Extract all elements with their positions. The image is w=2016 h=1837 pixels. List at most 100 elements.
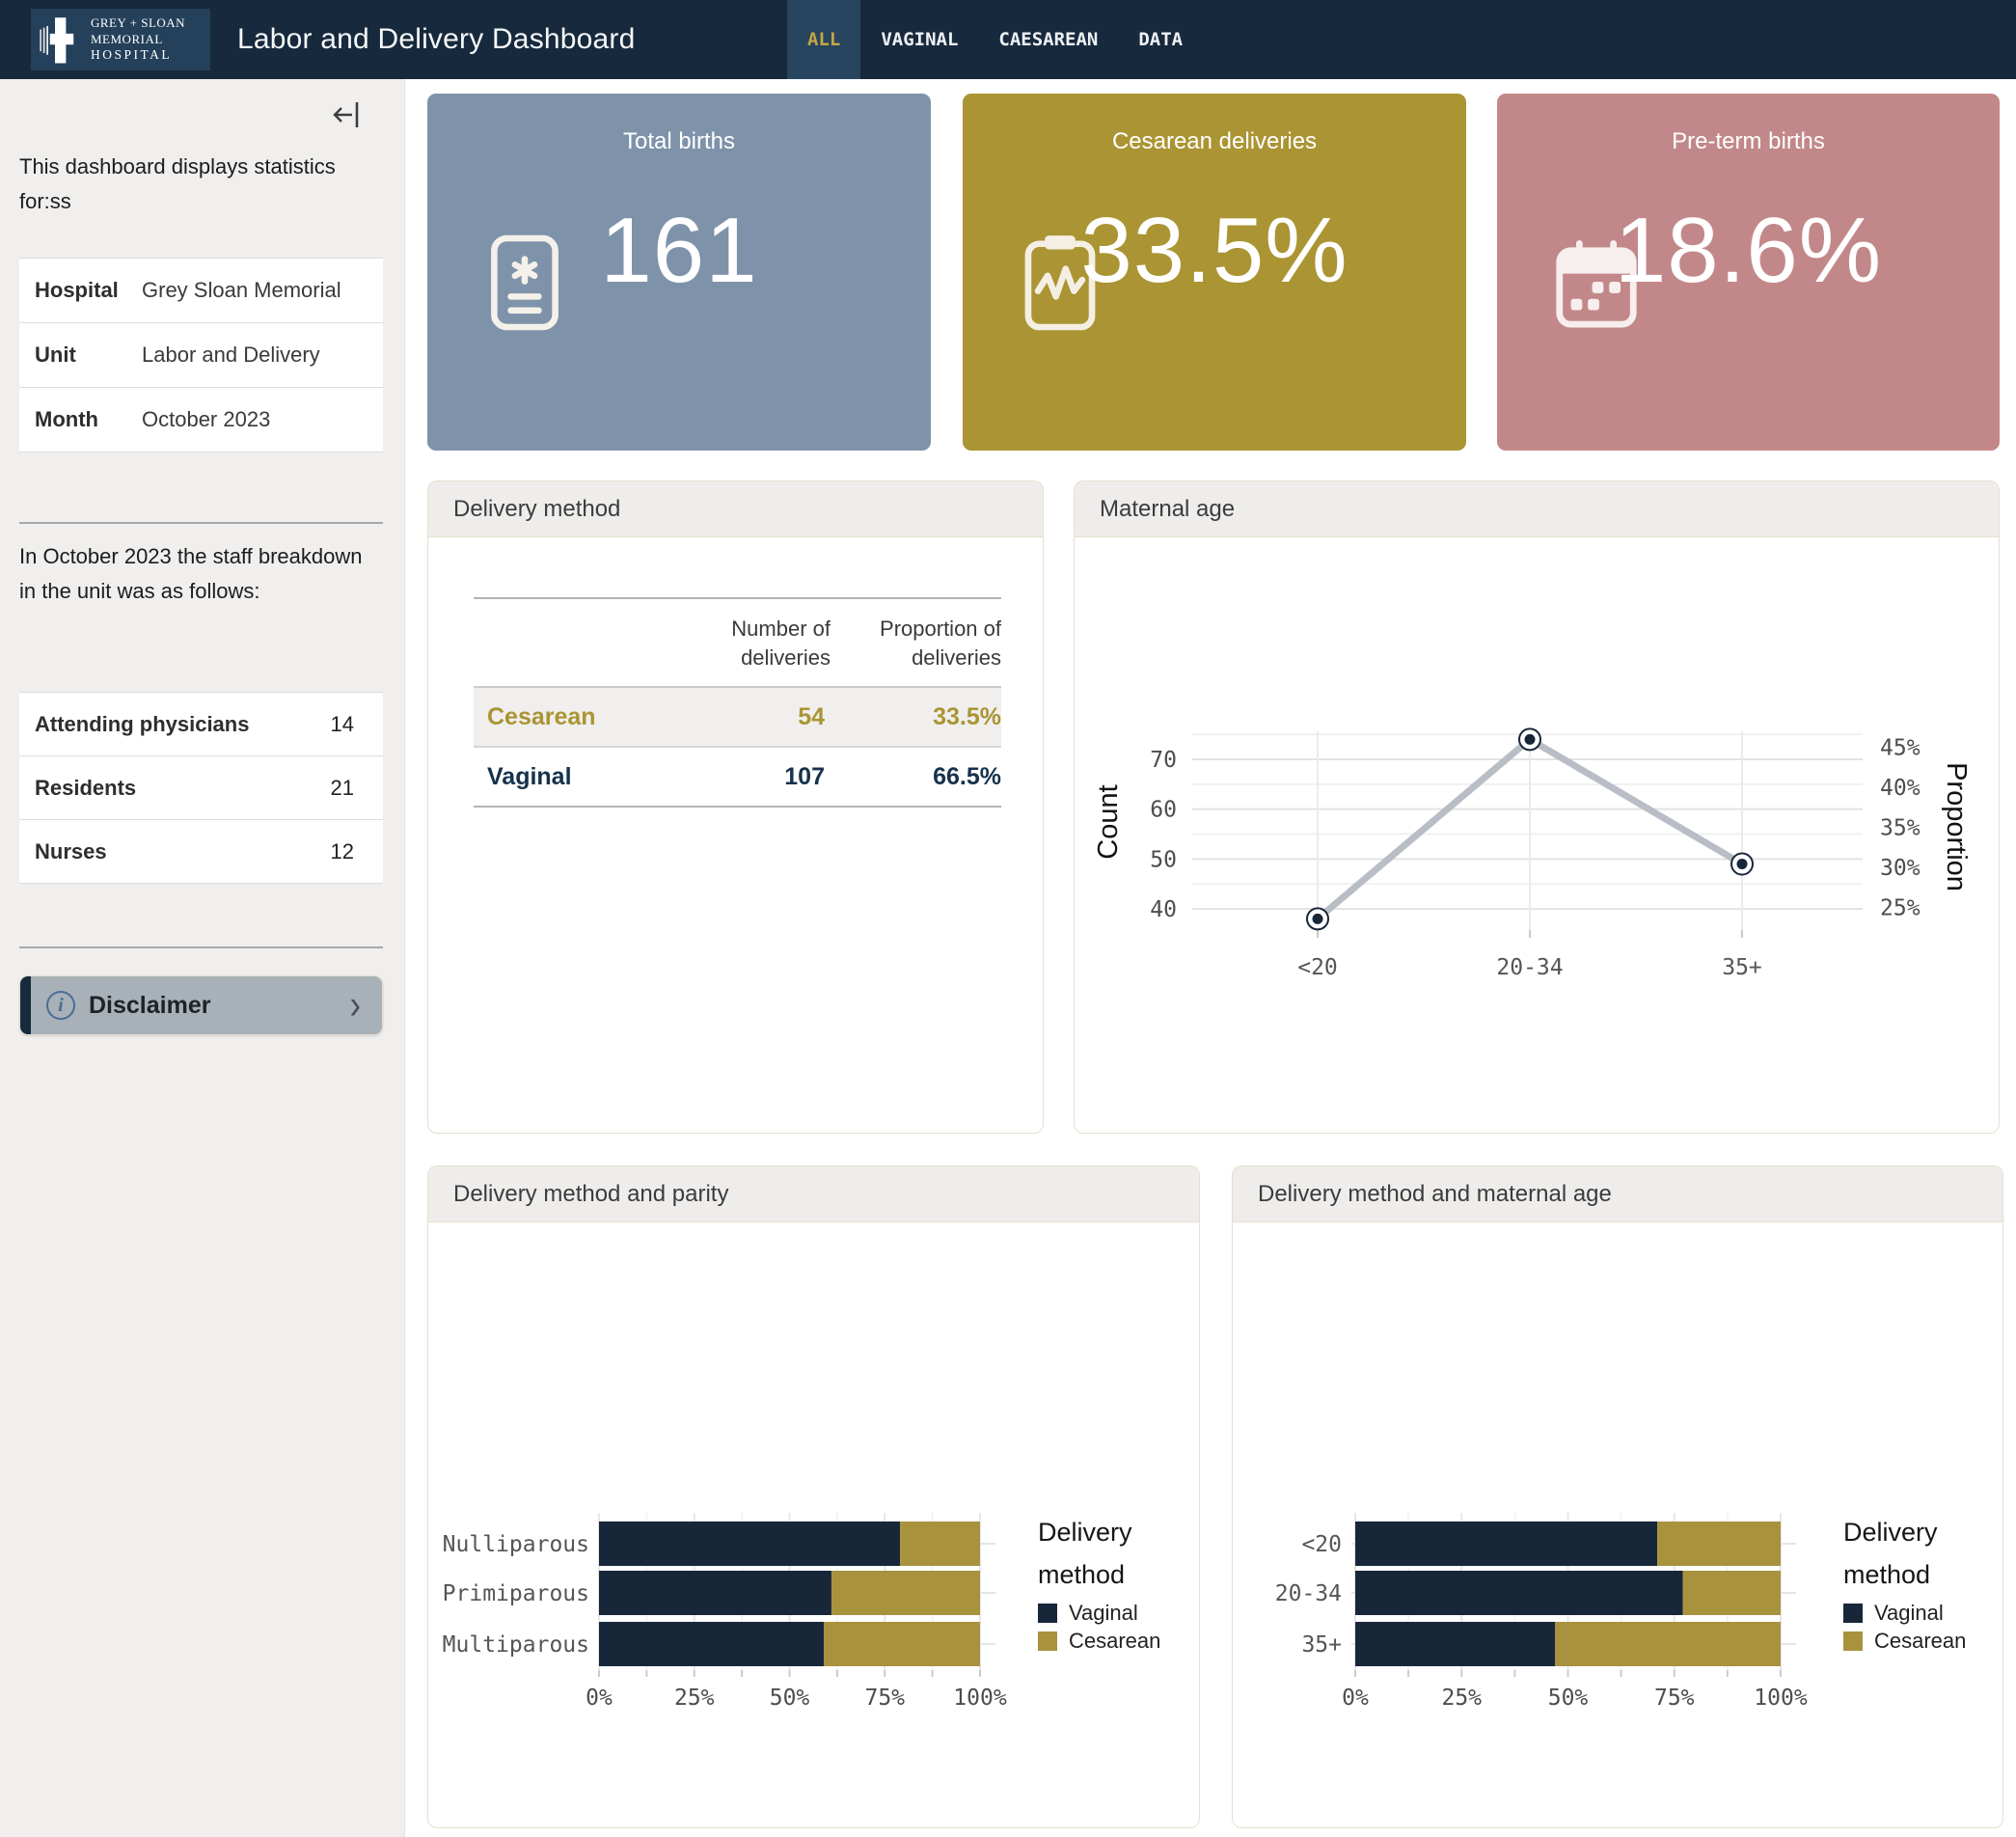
delivery-method-card: Delivery method Number ofdeliveries Prop… — [427, 480, 1044, 1134]
svg-text:75%: 75% — [1654, 1686, 1695, 1711]
svg-text:method: method — [1843, 1560, 1930, 1589]
column-header: Number ofdeliveries — [649, 598, 831, 687]
logo-text: GREY + SLOAN MEMORIAL HOSPITAL — [91, 15, 185, 63]
svg-text:Cesarean: Cesarean — [1874, 1629, 1966, 1653]
sidebar-intro-text: This dashboard displays statistics for:s… — [19, 150, 384, 219]
table-row: Nurses 12 — [19, 820, 383, 884]
svg-text:Proportion: Proportion — [1941, 762, 1972, 891]
svg-text:50%: 50% — [1548, 1686, 1589, 1711]
main-content: Total births 161 Cesarean deliveries 33.… — [405, 79, 2016, 1837]
column-header: Proportion ofdeliveries — [831, 598, 1001, 687]
svg-text:30%: 30% — [1880, 856, 1921, 881]
proportion-value: 66.5% — [831, 747, 1001, 807]
card-title: Delivery method and parity — [428, 1166, 1199, 1222]
svg-text:Vaginal: Vaginal — [1069, 1601, 1138, 1625]
nav-tabs: ALL VAGINAL CAESAREAN DATA — [787, 0, 1203, 79]
svg-text:70: 70 — [1150, 748, 1177, 773]
info-label: Unit — [19, 343, 142, 368]
svg-text:60: 60 — [1150, 798, 1177, 823]
svg-text:25%: 25% — [674, 1686, 715, 1711]
svg-text:<20: <20 — [1301, 1532, 1342, 1557]
svg-text:Nulliparous: Nulliparous — [443, 1532, 589, 1557]
disclaimer-label: Disclaimer — [89, 992, 350, 1020]
svg-text:method: method — [1038, 1560, 1125, 1589]
kpi-title: Total births — [427, 128, 931, 155]
kpi-preterm-births: Pre-term births 18.6% — [1497, 94, 2000, 451]
kpi-value: 18.6% — [1497, 198, 2000, 304]
svg-text:Count: Count — [1093, 784, 1124, 859]
svg-text:0%: 0% — [586, 1686, 613, 1711]
svg-text:75%: 75% — [864, 1686, 905, 1711]
table-header-row: Number ofdeliveries Proportion ofdeliver… — [474, 598, 1001, 687]
info-icon: i — [46, 991, 75, 1020]
info-table: Hospital Grey Sloan Memorial Unit Labor … — [19, 258, 383, 452]
kpi-title: Cesarean deliveries — [963, 128, 1466, 155]
count-value: 54 — [649, 687, 831, 747]
row-label: Vaginal — [474, 747, 649, 807]
disclaimer-accent-stripe — [20, 976, 31, 1034]
divider — [19, 946, 383, 948]
tab-all[interactable]: ALL — [787, 0, 860, 79]
svg-text:0%: 0% — [1342, 1686, 1369, 1711]
disclaimer-button[interactable]: i Disclaimer › — [19, 975, 383, 1035]
staff-label: Attending physicians — [35, 712, 249, 737]
dm-maternal-age-chart-card: Delivery method and maternal age <20 20-3… — [1232, 1165, 2003, 1828]
kpi-total-births: Total births 161 — [427, 94, 931, 451]
parity-stacked-bar-chart: NulliparousPrimiparousMultiparous0%25%50… — [428, 1222, 1199, 1827]
svg-text:25%: 25% — [1880, 896, 1921, 921]
svg-text:20-34: 20-34 — [1496, 955, 1563, 980]
svg-text:Delivery: Delivery — [1843, 1518, 1938, 1547]
tab-caesarean[interactable]: CAESAREAN — [978, 0, 1118, 79]
staff-label: Nurses — [35, 839, 107, 864]
table-row: Unit Labor and Delivery — [19, 323, 383, 388]
divider — [19, 522, 383, 524]
count-value: 107 — [649, 747, 831, 807]
delivery-method-table: Number ofdeliveries Proportion ofdeliver… — [474, 597, 1001, 808]
svg-text:35%: 35% — [1880, 816, 1921, 841]
svg-text:100%: 100% — [953, 1686, 1007, 1711]
svg-text:35+: 35+ — [1301, 1632, 1342, 1658]
card-title: Delivery method — [428, 481, 1043, 537]
staff-intro-text: In October 2023 the staff breakdown in t… — [19, 539, 384, 609]
table-row: Cesarean 54 33.5% — [474, 687, 1001, 747]
svg-text:50%: 50% — [770, 1686, 810, 1711]
svg-text:Cesarean: Cesarean — [1069, 1629, 1160, 1653]
dm-age-stacked-bar-chart: <20 20-34 35+ 0% 25% 50% 75% 100% Delivery method… — [1233, 1222, 2002, 1827]
info-label: Hospital — [19, 278, 142, 303]
tab-data[interactable]: DATA — [1118, 0, 1203, 79]
staff-value: 12 — [331, 839, 354, 864]
staff-label: Residents — [35, 776, 136, 801]
svg-text:<20: <20 — [1297, 955, 1338, 980]
table-row: Attending physicians 14 — [19, 693, 383, 756]
tab-vaginal[interactable]: VAGINAL — [860, 0, 978, 79]
kpi-title: Pre-term births — [1497, 128, 2000, 155]
card-title: Delivery method and maternal age — [1233, 1166, 2002, 1222]
table-row: Vaginal 107 66.5% — [474, 747, 1001, 807]
kpi-value: 161 — [427, 198, 931, 304]
info-value: Labor and Delivery — [142, 343, 320, 368]
info-label: Month — [19, 407, 142, 432]
parity-chart-card: Delivery method and parity NulliparousPr… — [427, 1165, 1200, 1828]
svg-text:25%: 25% — [1441, 1686, 1482, 1711]
maternal-age-line-chart: 40506070<2020-3435+25%30%35%40%45%CountP… — [1075, 537, 1999, 1133]
staff-table: Attending physicians 14 Residents 21 Nur… — [19, 692, 383, 884]
staff-value: 14 — [331, 712, 354, 737]
sidebar-collapse-icon[interactable] — [331, 98, 364, 131]
svg-text:40%: 40% — [1880, 776, 1921, 801]
page-title: Labor and Delivery Dashboard — [237, 0, 636, 79]
maternal-age-card: Maternal age 40506070<2020-3435+25%30%35… — [1074, 480, 2000, 1134]
card-title: Maternal age — [1075, 481, 1999, 537]
svg-text:40: 40 — [1150, 897, 1177, 922]
proportion-value: 33.5% — [831, 687, 1001, 747]
sidebar: This dashboard displays statistics for:s… — [0, 79, 405, 1837]
svg-text:Multiparous: Multiparous — [443, 1632, 589, 1658]
svg-text:100%: 100% — [1754, 1686, 1808, 1711]
table-row: Month October 2023 — [19, 388, 383, 452]
hospital-logo: GREY + SLOAN MEMORIAL HOSPITAL — [31, 9, 210, 70]
svg-text:50: 50 — [1150, 847, 1177, 872]
staff-value: 21 — [331, 776, 354, 801]
info-value: Grey Sloan Memorial — [142, 278, 341, 303]
svg-text:Delivery: Delivery — [1038, 1518, 1132, 1547]
svg-text:20-34: 20-34 — [1275, 1581, 1342, 1606]
app-header: GREY + SLOAN MEMORIAL HOSPITAL Labor and… — [0, 0, 2016, 79]
